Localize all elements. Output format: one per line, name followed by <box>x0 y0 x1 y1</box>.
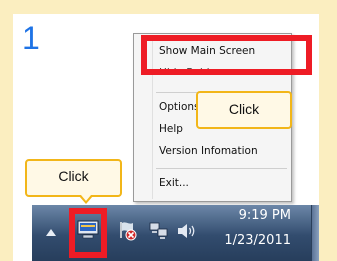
clock-date[interactable]: 1/23/2011 <box>224 233 291 248</box>
tray-click-label: Click <box>58 168 89 184</box>
clock-time[interactable]: 9:19 PM <box>239 208 291 223</box>
network-icon[interactable] <box>149 222 169 240</box>
menu-separator <box>156 168 287 169</box>
menu-highlight-box <box>141 35 312 75</box>
tray-click-callout: Click <box>25 159 122 197</box>
callout-pointer-fill <box>81 195 91 201</box>
tray-highlight-box <box>69 208 107 258</box>
menu-click-label: Click <box>228 101 260 117</box>
show-desktop-button[interactable] <box>311 205 319 261</box>
menu-item-options[interactable]: Options <box>159 101 200 113</box>
menu-item-exit[interactable]: Exit... <box>159 177 189 189</box>
tutorial-frame: 1 Show Main Screen Hide Bold Options Hel… <box>0 0 337 261</box>
menu-click-callout: Click <box>196 91 292 129</box>
speaker-icon[interactable] <box>177 223 197 239</box>
flag-error-icon[interactable] <box>118 220 138 242</box>
menu-item-version-information[interactable]: Version Infomation <box>159 145 258 157</box>
menu-item-help[interactable]: Help <box>159 123 183 135</box>
chevron-up-icon[interactable] <box>46 229 56 237</box>
step-number: 1 <box>22 20 40 56</box>
